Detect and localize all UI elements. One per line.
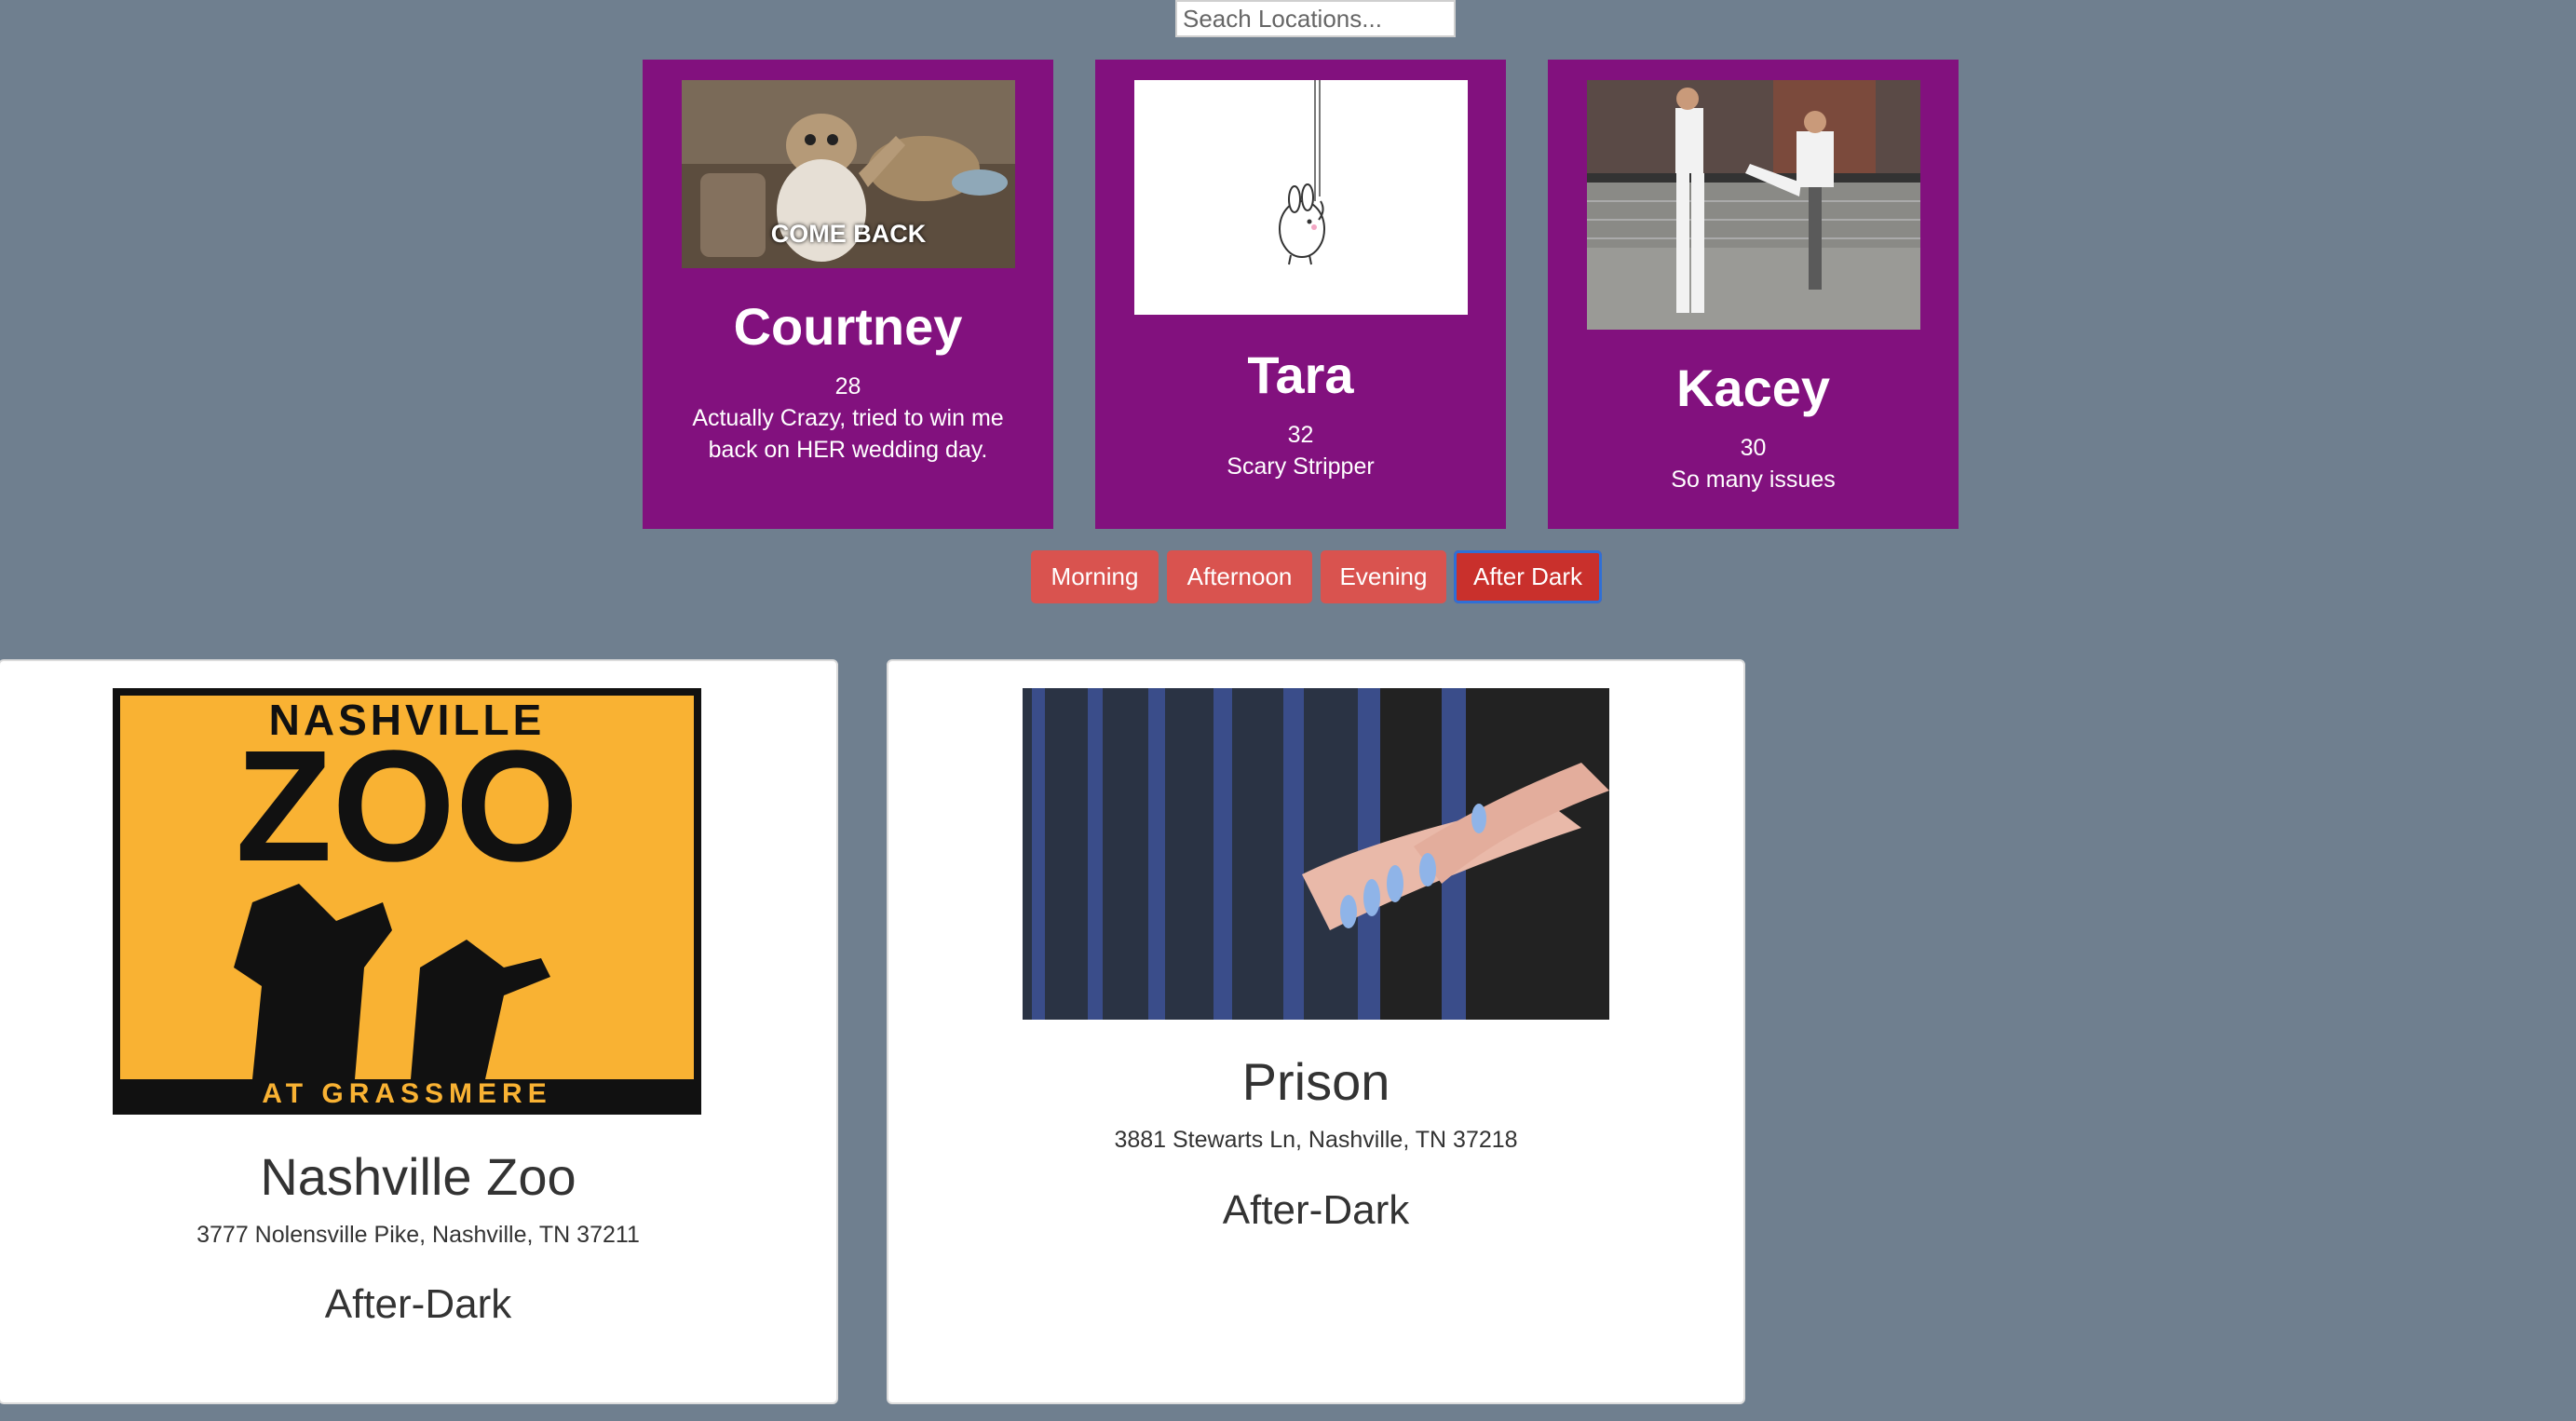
- person-photo-bunny: [1134, 80, 1468, 315]
- person-age: 32: [1287, 422, 1314, 448]
- location-card-nashville-zoo: NASHVILLE ZOO AT GRASSMERE Nashville Zoo…: [0, 659, 838, 1404]
- person-description: So many issues: [1671, 467, 1836, 493]
- location-name: Prison: [1241, 1052, 1390, 1111]
- person-card-courtney: COME BACK Courtney 28 Actually Crazy, tr…: [643, 60, 1053, 529]
- morning-button[interactable]: Morning: [1031, 550, 1159, 603]
- svg-text:ZOO: ZOO: [236, 718, 578, 895]
- person-photo-karate: [1587, 80, 1920, 330]
- prison-photo: [1023, 688, 1609, 1020]
- location-time: After-Dark: [1222, 1187, 1410, 1233]
- person-photo-meerkat: COME BACK: [682, 80, 1015, 268]
- person-description: Actually Crazy, tried to win me back on …: [692, 405, 1004, 463]
- person-description: Scary Stripper: [1227, 453, 1375, 480]
- person-name: Courtney: [733, 297, 963, 356]
- image-caption: COME BACK: [770, 220, 927, 248]
- person-name: Kacey: [1675, 359, 1831, 417]
- person-age: 30: [1740, 435, 1767, 461]
- person-card-tara: Tara 32 Scary Stripper: [1095, 60, 1506, 529]
- person-age: 28: [834, 373, 861, 399]
- person-name: Tara: [1247, 345, 1354, 404]
- location-name: Nashville Zoo: [260, 1147, 576, 1206]
- after-dark-button[interactable]: After Dark: [1454, 550, 1602, 603]
- evening-button[interactable]: Evening: [1321, 550, 1446, 603]
- location-address: 3881 Stewarts Ln, Nashville, TN 37218: [1114, 1127, 1518, 1153]
- person-card-kacey: Kacey 30 So many issues: [1548, 60, 1959, 529]
- location-address: 3777 Nolensville Pike, Nashville, TN 372…: [197, 1222, 640, 1248]
- afternoon-button[interactable]: Afternoon: [1167, 550, 1312, 603]
- search-input[interactable]: [1175, 0, 1456, 37]
- location-card-prison: Prison 3881 Stewarts Ln, Nashville, TN 3…: [887, 659, 1745, 1404]
- logo-bottom-text: AT GRASSMERE: [262, 1078, 551, 1109]
- location-time: After-Dark: [324, 1281, 512, 1327]
- nashville-zoo-logo: NASHVILLE ZOO AT GRASSMERE: [113, 688, 701, 1115]
